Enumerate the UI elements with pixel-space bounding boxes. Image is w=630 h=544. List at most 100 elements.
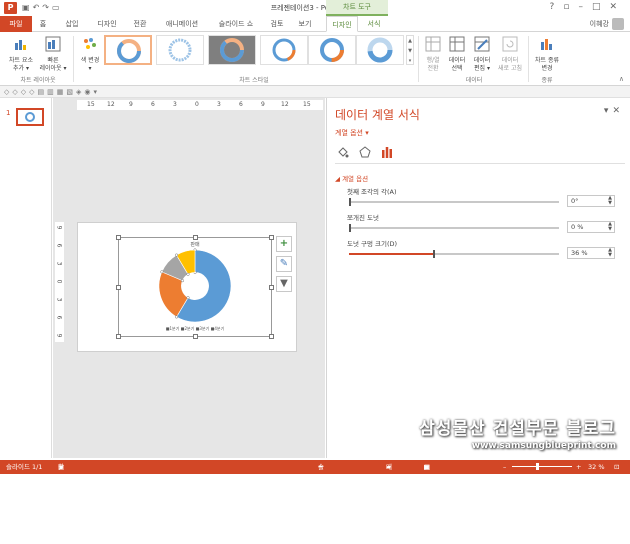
change-colors-button[interactable]: 색 변경 ▾ (76, 36, 104, 73)
chart-style-5[interactable] (308, 35, 356, 65)
resize-handle[interactable] (193, 334, 198, 339)
fill-line-icon[interactable] (337, 146, 349, 158)
zoom-in-icon[interactable]: + (576, 460, 581, 474)
series-options-dropdown[interactable]: 계열 옵션 ▾ (335, 128, 369, 138)
change-chart-type-button[interactable]: 차트 종류 변경 (530, 36, 564, 73)
explosion-slider[interactable] (349, 224, 559, 232)
slider-knob[interactable] (349, 198, 351, 206)
change-colors-label: 색 변경 ▾ (80, 57, 100, 72)
first-slice-angle-slider[interactable] (349, 198, 559, 206)
slide-canvas[interactable]: 판매 ■1분기 ■2분기 ■3분기 ■4분기 (77, 222, 297, 352)
tab-design[interactable]: 디자인 (92, 16, 122, 32)
effects-icon[interactable] (359, 146, 371, 158)
slide-number: 1 (6, 109, 11, 117)
drawing-toolbar[interactable]: ◇◇◇◇▤▥▦▧◈◉▾ (0, 86, 630, 98)
tab-transitions[interactable]: 전환 (128, 16, 152, 32)
spinner-arrows[interactable]: ▲ ▼ (608, 248, 612, 258)
fit-slide-icon[interactable]: ⊡ (614, 460, 619, 474)
user-account[interactable]: 이혜강 (590, 16, 624, 32)
chart-elements-button[interactable]: + (276, 236, 292, 252)
minimize-icon[interactable]: – (578, 2, 592, 12)
tab-chart-format[interactable]: 서식 (362, 16, 386, 32)
close-icon[interactable]: ✕ (609, 2, 626, 12)
ribbon-separator (73, 36, 74, 82)
close-icon[interactable]: ✕ (612, 106, 624, 116)
spinner-arrows[interactable]: ▲ ▼ (608, 222, 612, 232)
edit-data-button[interactable]: 데이터 편집 ▾ (470, 36, 494, 73)
refresh-data-button[interactable]: 데이터 새로 고침 (496, 36, 524, 73)
resize-handle[interactable] (116, 235, 121, 240)
pane-controls[interactable]: ▾✕ (604, 106, 624, 116)
help-icon[interactable]: ? (550, 2, 564, 12)
tab-insert[interactable]: 삽입 (60, 16, 84, 32)
series-selection-handle[interactable] (186, 272, 190, 276)
align-icon[interactable]: ▤▥▦▧ (38, 88, 76, 96)
gallery-scroll[interactable]: ▲ ▼ ▾ (406, 35, 414, 65)
series-selection-handle[interactable] (180, 279, 185, 283)
zoom-slider[interactable] (512, 463, 572, 470)
ruler-tick: 15 (87, 101, 95, 108)
more-icon[interactable]: ▾ (407, 56, 413, 66)
format-icon[interactable]: ◈◉▾ (76, 88, 100, 96)
tab-view[interactable]: 보기 (294, 16, 316, 32)
first-slice-angle-input[interactable]: 0° ▲ ▼ (567, 195, 615, 207)
resize-handle[interactable] (269, 285, 274, 290)
zoom-out-icon[interactable]: – (503, 460, 506, 474)
hole-size-input[interactable]: 36 % ▲ ▼ (567, 247, 615, 259)
maximize-icon[interactable]: □ (592, 2, 610, 12)
tab-review[interactable]: 검토 (266, 16, 288, 32)
ruler-tick: 9 (129, 101, 133, 108)
tab-chart-design[interactable]: 디자인 (326, 16, 358, 32)
resize-handle[interactable] (116, 285, 121, 290)
slide-thumbnail[interactable] (16, 108, 44, 126)
add-chart-element-button[interactable]: 차트 요소 추가 ▾ (6, 36, 36, 73)
switch-row-column-button[interactable]: 행/열 전환 (422, 36, 444, 73)
chart-title[interactable]: 판매 (190, 241, 200, 248)
chevron-up-icon[interactable]: ▲ (407, 36, 413, 46)
chevron-down-icon[interactable]: ▼ (407, 46, 413, 56)
comments-label: 메모 (386, 463, 392, 485)
resize-handle[interactable] (269, 334, 274, 339)
series-selection-handle[interactable] (174, 315, 179, 319)
quick-layout-button[interactable]: 빠른 레이아웃 ▾ (38, 36, 68, 73)
slider-knob[interactable] (433, 250, 435, 258)
chart-style-2[interactable] (156, 35, 204, 65)
chart-legend[interactable]: ■1분기 ■2분기 ■3분기 ■4분기 (166, 325, 225, 331)
explosion-input[interactable]: 0 % ▲ ▼ (567, 221, 615, 233)
chart-style-4[interactable] (260, 35, 308, 65)
tab-file[interactable]: 파일 (0, 16, 32, 32)
chart-style-6[interactable] (356, 35, 404, 65)
hole-size-slider[interactable] (349, 250, 559, 258)
series-selection-handle[interactable] (186, 296, 190, 300)
select-data-button[interactable]: 데이터 선택 (446, 36, 468, 73)
resize-handle[interactable] (269, 235, 274, 240)
slideshow-view-icon[interactable]: ▶ (424, 460, 437, 474)
series-options-icon[interactable] (381, 146, 393, 158)
chart-style-3[interactable] (208, 35, 256, 65)
tab-home[interactable]: 홈 (34, 16, 52, 32)
tab-slideshow[interactable]: 슬라이드 쇼 (212, 16, 260, 32)
change-chart-type-label: 차트 종류 변경 (535, 57, 559, 72)
resize-handle[interactable] (193, 235, 198, 240)
zoom-knob[interactable] (536, 463, 539, 470)
tab-animations[interactable]: 애니메이션 (160, 16, 204, 32)
spinner-arrows[interactable]: ▲ ▼ (608, 196, 612, 206)
series-selection-handle[interactable] (174, 253, 179, 257)
chart-object[interactable]: 판매 ■1분기 ■2분기 ■3분기 ■4분기 (116, 235, 274, 339)
chart-filters-button[interactable]: ▼ (276, 276, 292, 292)
quick-layout-label: 빠른 레이아웃 ▾ (39, 57, 67, 72)
ribbon: 차트 요소 추가 ▾ 빠른 레이아웃 ▾ 차트 레이아웃 색 변경 ▾ ▲ ▼ ▾ … (0, 32, 630, 86)
series-selection-handle[interactable] (160, 270, 164, 274)
donut-chart[interactable]: 판매 ■1분기 ■2분기 ■3분기 ■4분기 (119, 238, 271, 336)
restore-icon[interactable]: ▫ (563, 2, 578, 12)
window-buttons[interactable]: ?▫–□✕ (550, 2, 626, 12)
series-options-section[interactable]: ◢ 계열 옵션 (335, 173, 368, 183)
collapse-ribbon-icon[interactable]: ∧ (619, 75, 624, 83)
slider-knob[interactable] (349, 224, 351, 232)
shape-icon[interactable]: ◇◇◇◇ (4, 88, 38, 96)
zoom-level[interactable]: 32 % (588, 460, 605, 474)
chart-style-1[interactable] (104, 35, 152, 65)
filter-icon: ▼ (280, 278, 288, 289)
resize-handle[interactable] (116, 334, 121, 339)
chart-styles-button[interactable]: ✎ (276, 256, 292, 272)
